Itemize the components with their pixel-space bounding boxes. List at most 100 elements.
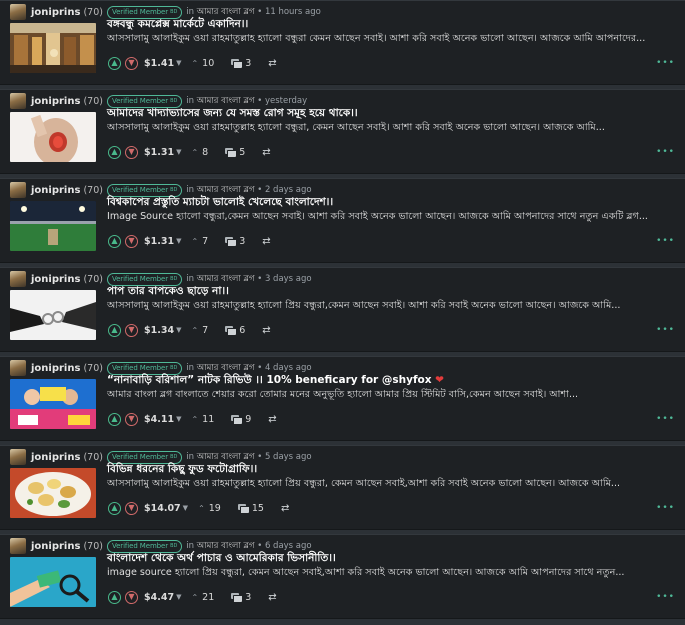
votes-count[interactable]: ⌃ 19 bbox=[198, 503, 221, 514]
downvote-button[interactable]: ▼ bbox=[125, 56, 138, 70]
payout-value[interactable]: $4.11 bbox=[144, 414, 174, 425]
payout-value[interactable]: $1.41 bbox=[144, 58, 174, 69]
comments-link[interactable]: 6 bbox=[225, 325, 245, 336]
payout-dropdown-icon[interactable]: ▼ bbox=[176, 593, 181, 601]
author-avatar[interactable] bbox=[10, 449, 26, 465]
community-link[interactable]: আমার বাংলা ব্লগ bbox=[197, 452, 255, 462]
upvote-button[interactable]: ▲ bbox=[108, 501, 121, 515]
post-excerpt[interactable]: Image Source হ্যালো বন্ধুরা,কেমন আছেন সব… bbox=[107, 210, 667, 225]
post-card[interactable]: joniprins (70) Verified Member BD in আমা… bbox=[0, 89, 685, 174]
post-excerpt[interactable]: আসসালামু আলাইকুম ওয়া রাহমাতুল্লাহ হ্যাল… bbox=[107, 477, 667, 492]
post-thumbnail[interactable] bbox=[10, 379, 96, 429]
post-time[interactable]: 2 days ago bbox=[265, 185, 312, 195]
downvote-button[interactable]: ▼ bbox=[125, 234, 138, 248]
reblog-button[interactable]: ⇄ bbox=[268, 592, 276, 603]
more-options-button[interactable]: ••• bbox=[656, 326, 675, 335]
author-name[interactable]: joniprins bbox=[31, 7, 80, 18]
reblog-button[interactable]: ⇄ bbox=[268, 58, 276, 69]
post-card[interactable]: joniprins (70) Verified Member BD in আমা… bbox=[0, 178, 685, 263]
author-avatar[interactable] bbox=[10, 4, 26, 20]
votes-count[interactable]: ⌃ 8 bbox=[191, 147, 208, 158]
post-time[interactable]: 3 days ago bbox=[265, 274, 312, 284]
author-name[interactable]: joniprins bbox=[31, 541, 80, 552]
reblog-button[interactable]: ⇄ bbox=[281, 503, 289, 514]
reblog-button[interactable]: ⇄ bbox=[262, 325, 270, 336]
author-avatar[interactable] bbox=[10, 182, 26, 198]
comments-link[interactable]: 9 bbox=[231, 414, 251, 425]
post-excerpt[interactable]: আসসালামু আলাইকুম ওয়া রাহমাতুল্লাহ হ্যাল… bbox=[107, 32, 667, 47]
more-options-button[interactable]: ••• bbox=[656, 148, 675, 157]
upvote-button[interactable]: ▲ bbox=[108, 56, 121, 70]
post-card[interactable]: joniprins (70) Verified Member BD in আমা… bbox=[0, 267, 685, 352]
payout-value[interactable]: $1.34 bbox=[144, 325, 174, 336]
post-thumbnail[interactable] bbox=[10, 23, 96, 73]
author-avatar[interactable] bbox=[10, 271, 26, 287]
author-name[interactable]: joniprins bbox=[31, 363, 80, 374]
community-link[interactable]: আমার বাংলা ব্লগ bbox=[197, 363, 255, 373]
author-name[interactable]: joniprins bbox=[31, 96, 80, 107]
upvote-button[interactable]: ▲ bbox=[108, 234, 121, 248]
downvote-button[interactable]: ▼ bbox=[125, 145, 138, 159]
post-time[interactable]: 4 days ago bbox=[265, 363, 312, 373]
more-options-button[interactable]: ••• bbox=[656, 593, 675, 602]
post-card[interactable]: joniprins (70) Verified Member BD in আমা… bbox=[0, 445, 685, 530]
payout-dropdown-icon[interactable]: ▼ bbox=[176, 326, 181, 334]
downvote-button[interactable]: ▼ bbox=[125, 412, 138, 426]
votes-count[interactable]: ⌃ 21 bbox=[191, 592, 214, 603]
author-avatar[interactable] bbox=[10, 538, 26, 554]
votes-count[interactable]: ⌃ 11 bbox=[191, 414, 214, 425]
author-name[interactable]: joniprins bbox=[31, 452, 80, 463]
post-excerpt[interactable]: image source হ্যালো প্রিয় বন্ধুরা, কেমন… bbox=[107, 566, 667, 581]
post-card[interactable]: joniprins (70) Verified Member BD in আমা… bbox=[0, 534, 685, 619]
author-name[interactable]: joniprins bbox=[31, 274, 80, 285]
post-excerpt[interactable]: আসসালামু আলাইকুম ওয়া রাহমাতুল্লাহ হ্যাল… bbox=[107, 121, 667, 136]
post-thumbnail[interactable] bbox=[10, 201, 96, 251]
author-avatar[interactable] bbox=[10, 360, 26, 376]
comments-link[interactable]: 3 bbox=[225, 236, 245, 247]
votes-count[interactable]: ⌃ 10 bbox=[191, 58, 214, 69]
community-link[interactable]: আমার বাংলা ব্লগ bbox=[197, 185, 255, 195]
payout-value[interactable]: $4.47 bbox=[144, 592, 174, 603]
community-link[interactable]: আমার বাংলা ব্লগ bbox=[197, 96, 255, 106]
comments-link[interactable]: 3 bbox=[231, 592, 251, 603]
post-excerpt[interactable]: আমার বাংলা ব্লগ বাংলাতে শেয়ার করো তোমার… bbox=[107, 388, 667, 403]
downvote-button[interactable]: ▼ bbox=[125, 323, 138, 337]
payout-value[interactable]: $1.31 bbox=[144, 236, 174, 247]
post-card[interactable]: joniprins (70) Verified Member BD in আমা… bbox=[0, 356, 685, 441]
upvote-button[interactable]: ▲ bbox=[108, 590, 121, 604]
comments-link[interactable]: 3 bbox=[231, 58, 251, 69]
author-avatar[interactable] bbox=[10, 93, 26, 109]
upvote-button[interactable]: ▲ bbox=[108, 412, 121, 426]
post-card[interactable]: joniprins (70) Verified Member BD in আমা… bbox=[0, 0, 685, 85]
downvote-button[interactable]: ▼ bbox=[125, 590, 138, 604]
comments-link[interactable]: 5 bbox=[225, 147, 245, 158]
payout-dropdown-icon[interactable]: ▼ bbox=[176, 148, 181, 156]
more-options-button[interactable]: ••• bbox=[656, 504, 675, 513]
payout-dropdown-icon[interactable]: ▼ bbox=[176, 59, 181, 67]
downvote-button[interactable]: ▼ bbox=[125, 501, 138, 515]
community-link[interactable]: আমার বাংলা ব্লগ bbox=[197, 274, 255, 284]
upvote-button[interactable]: ▲ bbox=[108, 145, 121, 159]
post-excerpt[interactable]: আসসালামু আলাইকুম ওয়া রাহমাতুল্লাহ হ্যাল… bbox=[107, 299, 667, 314]
post-thumbnail[interactable] bbox=[10, 557, 96, 607]
community-link[interactable]: আমার বাংলা ব্লগ bbox=[197, 7, 255, 17]
reblog-button[interactable]: ⇄ bbox=[262, 147, 270, 158]
payout-dropdown-icon[interactable]: ▼ bbox=[176, 237, 181, 245]
payout-value[interactable]: $1.31 bbox=[144, 147, 174, 158]
author-name[interactable]: joniprins bbox=[31, 185, 80, 196]
payout-value[interactable]: $14.07 bbox=[144, 503, 181, 514]
more-options-button[interactable]: ••• bbox=[656, 59, 675, 68]
post-thumbnail[interactable] bbox=[10, 468, 96, 518]
reblog-button[interactable]: ⇄ bbox=[262, 236, 270, 247]
reblog-button[interactable]: ⇄ bbox=[268, 414, 276, 425]
comments-link[interactable]: 15 bbox=[237, 503, 264, 514]
votes-count[interactable]: ⌃ 7 bbox=[191, 236, 208, 247]
post-thumbnail[interactable] bbox=[10, 112, 96, 162]
payout-dropdown-icon[interactable]: ▼ bbox=[183, 504, 188, 512]
more-options-button[interactable]: ••• bbox=[656, 415, 675, 424]
more-options-button[interactable]: ••• bbox=[656, 237, 675, 246]
community-link[interactable]: আমার বাংলা ব্লগ bbox=[197, 541, 255, 551]
post-thumbnail[interactable] bbox=[10, 290, 96, 340]
post-time[interactable]: yesterday bbox=[265, 96, 307, 106]
post-time[interactable]: 5 days ago bbox=[265, 452, 312, 462]
